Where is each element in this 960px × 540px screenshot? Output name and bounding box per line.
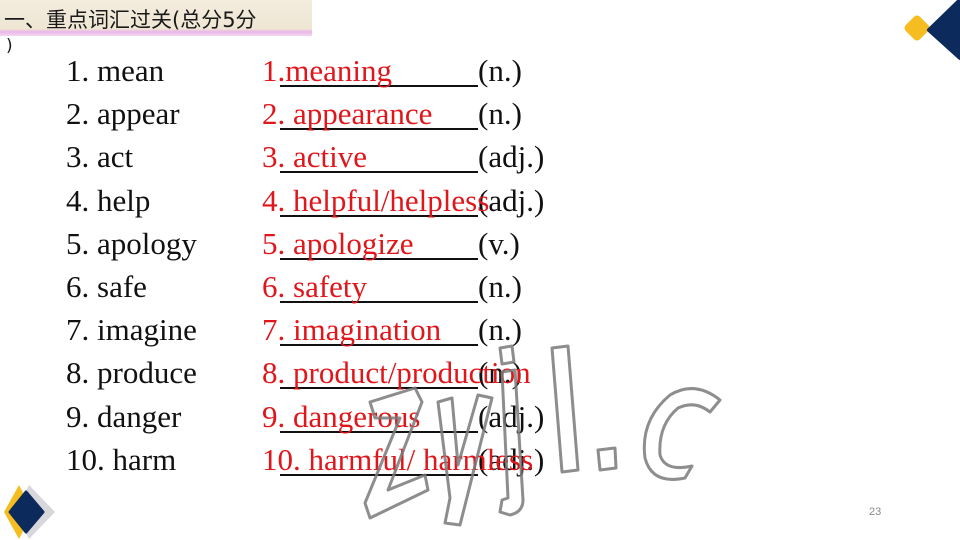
navy-diamond	[927, 0, 960, 60]
base-word: 9. danger	[66, 398, 182, 434]
answer-text: 1.meaning	[262, 53, 392, 88]
title-banner: 一、重点词汇过关(总分5分	[0, 0, 312, 36]
base-word: 6. safe	[66, 269, 147, 304]
base-word: 10. harm	[66, 441, 177, 477]
answer-text: 4. helpful/helpless	[262, 182, 490, 218]
answer-text: 2. appearance	[262, 96, 433, 132]
watermark-dot	[596, 446, 618, 472]
exercise-row: 2. appear (n.) 2. appearance	[0, 94, 600, 134]
answer-text: 9. dangerous	[262, 398, 421, 434]
base-word: 5. apology	[66, 225, 197, 261]
exercise-row: 9. danger (adj.) 9. dangerous	[0, 397, 600, 437]
exercise-row: 10. harm (adj.) 10. harmful/ harmless	[0, 440, 600, 480]
exercise-row: 1. mean (n.) 1.meaning	[0, 51, 600, 91]
part-of-speech: (n.)	[478, 53, 522, 88]
part-of-speech: (n.)	[478, 269, 522, 304]
exercise-row: 5. apology (v.) 5. apologize	[0, 224, 600, 264]
part-of-speech: (n.)	[478, 96, 522, 132]
base-word: 3. act	[66, 139, 134, 175]
answer-text: 5. apologize	[262, 225, 414, 261]
part-of-speech: (n.)	[478, 312, 522, 348]
base-word: 8. produce	[66, 355, 197, 391]
watermark-c	[642, 387, 722, 481]
base-word: 7. imagine	[66, 312, 197, 348]
base-word: 2. appear	[66, 96, 180, 132]
corner-logo-top-right	[904, 0, 960, 60]
part-of-speech: (v.)	[478, 225, 520, 261]
answer-text: 3. active	[262, 139, 368, 175]
answer-text: 7. imagination	[262, 312, 442, 348]
answer-text: 8. product/production	[262, 355, 531, 391]
answer-text: 6. safety	[262, 269, 368, 304]
corner-logo-bottom-left	[4, 485, 55, 539]
exercise-row: 7. imagine (n.) 7. imagination	[0, 310, 600, 350]
gold-diamond	[904, 15, 930, 41]
part-of-speech: (adj.)	[478, 139, 545, 175]
exercise-row: 6. safe (n.) 6. safety	[0, 267, 600, 307]
part-of-speech: (adj.)	[478, 398, 545, 434]
exercise-row: 4. help (adj.) 4. helpful/helpless	[0, 181, 600, 221]
base-word: 4. help	[66, 182, 151, 218]
answer-text: 10. harmful/ harmless	[262, 441, 534, 477]
page-number: 23	[869, 506, 882, 518]
exercise-row: 8. produce (n.) 8. product/production	[0, 353, 600, 393]
section-title: 一、重点词汇过关(总分5分	[4, 8, 257, 32]
base-word: 1. mean	[66, 53, 165, 88]
exercise-row: 3. act (adj.) 3. active	[0, 137, 600, 177]
